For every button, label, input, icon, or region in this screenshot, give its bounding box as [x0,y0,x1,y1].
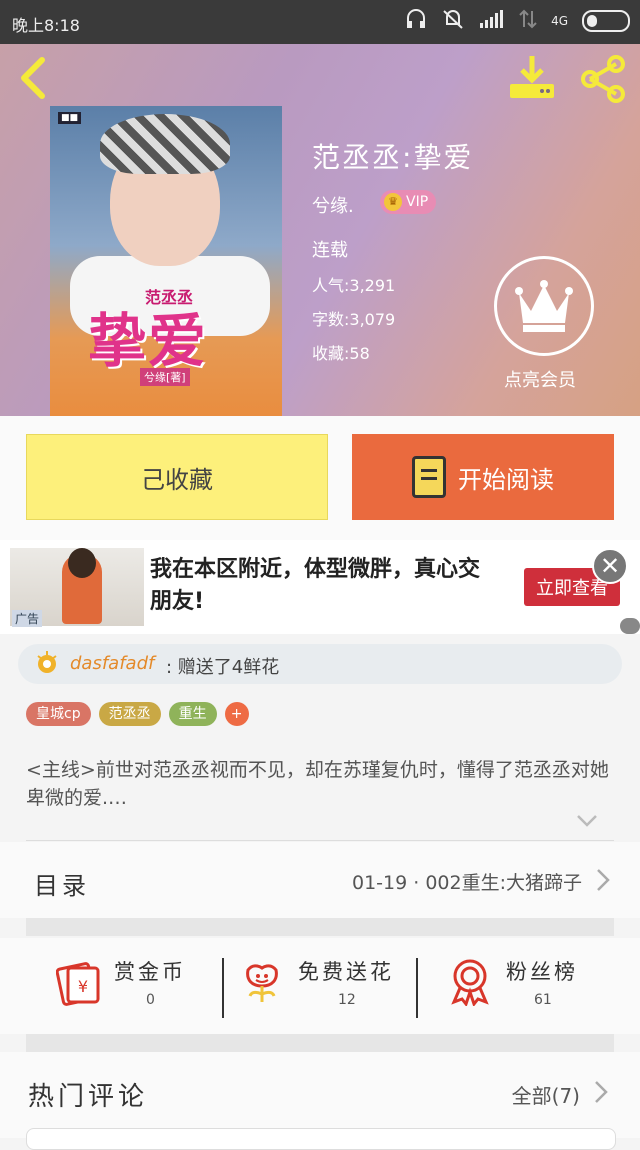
cover-title: 挚爱 [88,307,209,375]
book-intro[interactable]: <主线>前世对范丞丞视而不见，却在苏瑾复仇时，懂得了范丞丞对她卑微的爱.… [26,756,616,812]
share-button[interactable] [578,54,628,104]
all-comments-link[interactable]: 全部(7) [512,1080,580,1109]
stat-label: 免费送花 [298,960,394,984]
reward-coins-stat[interactable]: ¥ 赏金币 0 [56,952,206,1022]
vip-badge: ♛ VIP [380,190,437,214]
ad-label: 广告 [12,610,43,627]
tag-item[interactable]: 皇城cp [26,702,91,726]
ad-banner[interactable]: 广告 我在本区附近，体型微胖，真心交朋友! 立即查看 ✕ [0,540,640,634]
hot-comments-title: 热门评论 [28,1082,149,1112]
book-cover: ■■ 范丞丞 挚爱 兮缘[著] [50,106,282,416]
cover-logo: ■■ [58,112,82,124]
book-word-count: 字数:3,079 [312,310,396,329]
red-envelope-icon: ¥ [56,962,100,1006]
stat-value: 0 [146,992,155,1008]
cover-hat [100,114,230,174]
chevron-right-icon [597,869,610,891]
download-icon [510,56,554,98]
section-separator [26,1034,614,1052]
stat-value: 12 [338,992,356,1008]
vip-label: VIP [406,194,429,210]
data-arrows-icon [519,9,537,33]
share-icon [581,55,625,103]
collected-button[interactable]: 己收藏 [26,434,328,520]
tag-item[interactable]: 重生 [168,702,217,726]
book-icon [412,456,446,498]
stat-divider [416,958,418,1018]
bell-icon [37,651,57,673]
back-button[interactable] [14,56,54,100]
cover-author: 兮缘[著] [140,368,190,386]
stat-label: 赏金币 [114,960,186,984]
gift-message: : 赠送了4鲜花 [166,657,280,678]
start-reading-label: 开始阅读 [458,465,554,494]
free-flowers-stat[interactable]: 免费送花 12 [240,952,410,1022]
book-title: 范丞丞:挚爱 [312,141,474,174]
download-button[interactable] [508,54,556,102]
signal-icon [479,9,505,33]
divider [26,840,614,841]
action-buttons: 己收藏 开始阅读 [0,416,640,540]
ad-person-head [68,548,96,578]
headphones-icon [405,8,427,34]
status-bar: 晚上8:18 4G [0,0,640,44]
book-popularity: 人气:3,291 [312,276,396,295]
member-label: 点亮会员 [504,370,576,391]
stats-row: ¥ 赏金币 0 免费送花 12 粉丝榜 61 [0,938,640,1034]
fan-ranking-stat[interactable]: 粉丝榜 61 [448,952,598,1022]
add-tag-button[interactable]: + [224,702,249,726]
ad-close-button[interactable]: ✕ [592,548,628,584]
section-separator [26,918,614,936]
book-status: 连载 [312,240,348,261]
status-time: 晚上8:18 [12,16,80,35]
latest-chapter: 01-19 · 002重生:大猪蹄子 [352,872,582,894]
start-reading-button[interactable]: 开始阅读 [352,434,614,520]
stat-label: 粉丝榜 [506,960,578,984]
toc-label: 目录 [34,872,90,900]
crown-icon: ♛ [384,193,402,211]
ad-info-icon[interactable] [620,618,640,634]
comment-card[interactable] [26,1128,616,1150]
gift-notice: dasfafadf : 赠送了4鲜花 [18,644,622,684]
tag-list: 皇城cp 范丞丞 重生 + [26,702,249,726]
book-author[interactable]: 兮缘. [312,192,354,218]
network-type: 4G [551,14,568,28]
ad-text: 我在本区附近，体型微胖，真心交朋友! [150,557,481,614]
stat-divider [222,958,224,1018]
status-icons: 4G [405,8,630,34]
book-header: ■■ 范丞丞 挚爱 兮缘[著] 范丞丞:挚爱 兮缘. ♛ VIP 连载 人气:3… [0,44,640,416]
member-button[interactable] [494,256,594,356]
tag-item[interactable]: 范丞丞 [98,702,161,726]
stat-value: 61 [534,992,552,1008]
svg-text:¥: ¥ [78,977,88,996]
close-icon: ✕ [599,552,621,580]
gift-user[interactable]: dasfafadf [70,653,154,674]
battery-icon [582,10,630,32]
table-of-contents-row[interactable]: 目录 01-19 · 002重生:大猪蹄子 [0,842,640,918]
crown-icon [515,280,573,332]
medal-icon [451,959,489,1006]
chevron-left-icon [21,57,45,99]
book-favorites: 收藏:58 [312,344,370,363]
mute-icon [441,8,465,34]
hot-comments-section: 热门评论 全部(7) [0,1052,640,1150]
flower-icon [246,964,278,1002]
chevron-down-icon[interactable] [576,814,598,828]
chevron-right-icon[interactable] [594,1080,608,1104]
